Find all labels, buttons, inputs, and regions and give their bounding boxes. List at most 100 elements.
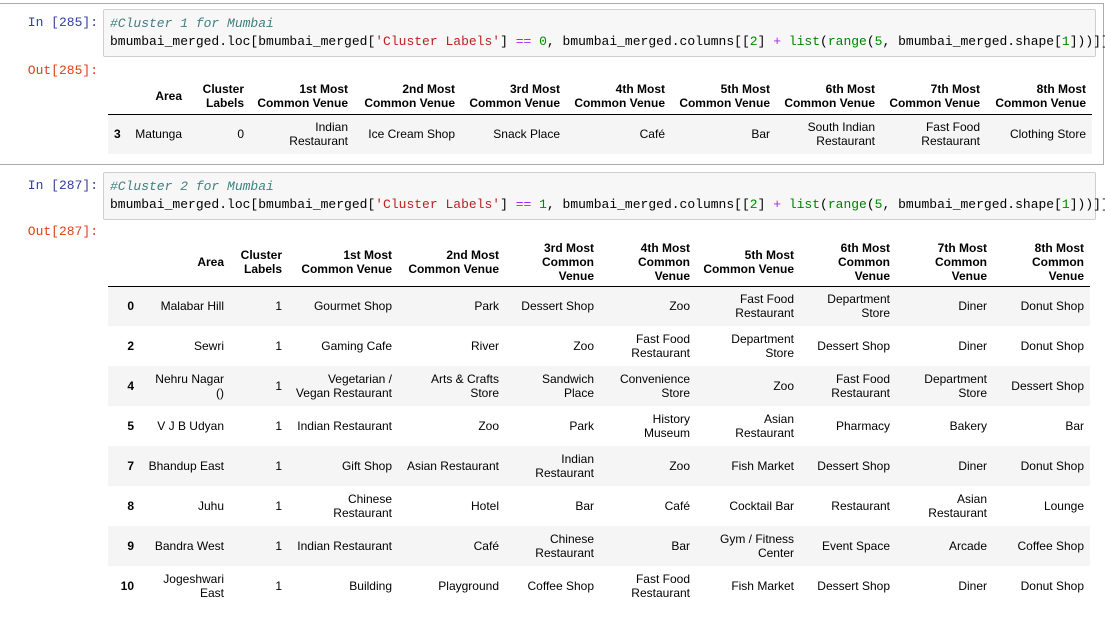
code-editor[interactable]: #Cluster 2 for Mumbai bmumbai_merged.loc[… (103, 172, 1105, 220)
table-cell: Fast Food Restaurant (921, 120, 980, 149)
table-cell: Ice Cream Shop (368, 127, 455, 142)
table-cell: Building (349, 579, 392, 593)
dataframe-table: Area Cluster Labels 1st Most Common Venue 2… (108, 238, 1090, 606)
column-header: Area (197, 254, 224, 269)
code-token: 1 (1061, 197, 1070, 212)
table-cell: Clothing Store (1009, 127, 1086, 142)
table-cell: Diner (958, 339, 987, 353)
table-cell: Indian Restaurant (297, 539, 392, 553)
column-header (108, 238, 140, 286)
table-cell: Asian Restaurant (735, 412, 794, 440)
column-header: 6th Most Common Venue (838, 240, 890, 283)
code-token: list (788, 197, 821, 212)
table-cell: Juhu (197, 499, 224, 513)
column-header: 8th Most Common Venue (995, 81, 1086, 110)
column-header: 3rd Most Common Venue (542, 240, 594, 283)
code-comment: #Cluster 2 for Mumbai (110, 179, 274, 194)
header-row: Area Cluster Labels 1st Most Common Venue 2… (108, 238, 1090, 286)
table-cell: Café (473, 539, 499, 553)
table-cell: Playground (438, 579, 499, 593)
column-header (108, 78, 126, 114)
table-cell: Department Store (731, 332, 794, 360)
column-header: Area (155, 88, 182, 103)
table-cell: Asian Restaurant (928, 492, 987, 520)
table-cell: Chinese Restaurant (333, 492, 392, 520)
table-cell: Arts & Crafts Store (430, 372, 499, 400)
code-editor[interactable]: #Cluster 1 for Mumbai bmumbai_merged.loc[… (103, 9, 1105, 57)
table-cell: 0 (237, 127, 244, 142)
table-cell: Diner (958, 459, 987, 473)
column-header: 1st Most Common Venue (257, 81, 348, 110)
row-index: 10 (120, 579, 134, 593)
table-cell: Nehru Nagar () (155, 372, 224, 400)
code-token: , bmumbai_merged.columns[[ (546, 197, 750, 212)
table-cell: Donut Shop (1020, 459, 1084, 473)
row-index: 9 (127, 539, 134, 553)
table-cell: Matunga (135, 127, 182, 142)
column-header: 7th Most Common Venue (935, 240, 987, 283)
table-cell: Donut Shop (1020, 299, 1084, 314)
column-header: 5th Most Common Venue (679, 81, 770, 110)
table-cell: Donut Shop (1020, 339, 1084, 353)
table-cell: Dessert Shop (817, 579, 890, 593)
output-prompt: Out[285]: (27, 63, 98, 78)
code-token: , bmumbai_merged.shape[ (882, 34, 1062, 49)
code-token: ] (757, 34, 774, 49)
notebook-cell-285[interactable]: In [285]: #Cluster 1 for Mumbai bmumbai_m… (0, 3, 1105, 165)
table-cell: South Indian Restaurant (807, 120, 875, 149)
table-cell: Gift Shop (341, 459, 392, 473)
table-cell: Zoo (669, 459, 690, 473)
table-cell: Event Space (821, 539, 890, 553)
table-cell: Arcade (948, 539, 987, 553)
table-cell: Restaurant (831, 499, 890, 513)
table-cell: Gym / Fitness Center (719, 532, 794, 560)
column-header: Cluster Labels (202, 81, 244, 110)
input-prompt: In [287]: (27, 178, 98, 193)
column-header: 5th Most Common Venue (703, 247, 794, 276)
table-cell: Coffee Shop (1017, 539, 1085, 553)
table-cell: Bar (1065, 419, 1084, 433)
code-token: ( (820, 34, 828, 49)
code-token: + (773, 34, 781, 49)
table-cell: Department Store (924, 372, 987, 400)
table-cell: 1 (275, 419, 282, 433)
table-cell: Vegetarian / Vegan Restaurant (295, 372, 392, 400)
code-token: 2 (749, 197, 758, 212)
table-cell: Park (569, 419, 594, 433)
table-cell: 1 (275, 539, 282, 553)
column-header: Cluster Labels (240, 247, 282, 276)
table-cell: Sandwich Place (541, 372, 594, 400)
table-cell: Chinese Restaurant (535, 532, 594, 560)
code-token: 'Cluster Labels' (375, 34, 501, 49)
table-cell: 1 (275, 339, 282, 353)
table-cell: Donut Shop (1020, 579, 1084, 593)
code-token: ] (757, 197, 774, 212)
code-token: 2 (749, 34, 758, 49)
table-row: 10 Jogeshwari East 1 Building Playground Coff… (108, 566, 1090, 606)
code-token: + (773, 197, 781, 212)
row-index: 4 (127, 379, 134, 393)
code-token: ]))]] (1069, 34, 1105, 49)
code-token: 'Cluster Labels' (375, 197, 501, 212)
table-cell: 1 (275, 459, 282, 473)
row-index: 7 (127, 459, 134, 473)
table-cell: Indian Restaurant (297, 419, 392, 433)
table-cell: V J B Udyan (157, 419, 224, 433)
table-cell: Fish Market (731, 579, 794, 593)
code-token: == (515, 34, 532, 49)
table-cell: Asian Restaurant (406, 459, 499, 473)
table-cell: Diner (958, 579, 987, 593)
table-cell: Indian Restaurant (535, 452, 594, 480)
table-cell: Café (639, 127, 665, 142)
code-token: 0 (539, 34, 547, 49)
code-token: bmumbai_merged.loc[bmumbai_merged[ (110, 34, 376, 49)
table-cell: Zoo (773, 379, 794, 393)
code-token: , bmumbai_merged.columns[[ (546, 34, 750, 49)
table-cell: Gaming Cafe (321, 339, 392, 353)
column-header: 4th Most Common Venue (574, 81, 665, 110)
table-row: 7 Bhandup East 1 Gift Shop Asian Restaurant I… (108, 446, 1090, 486)
table-cell: Café (664, 499, 690, 513)
row-index: 3 (114, 127, 121, 142)
